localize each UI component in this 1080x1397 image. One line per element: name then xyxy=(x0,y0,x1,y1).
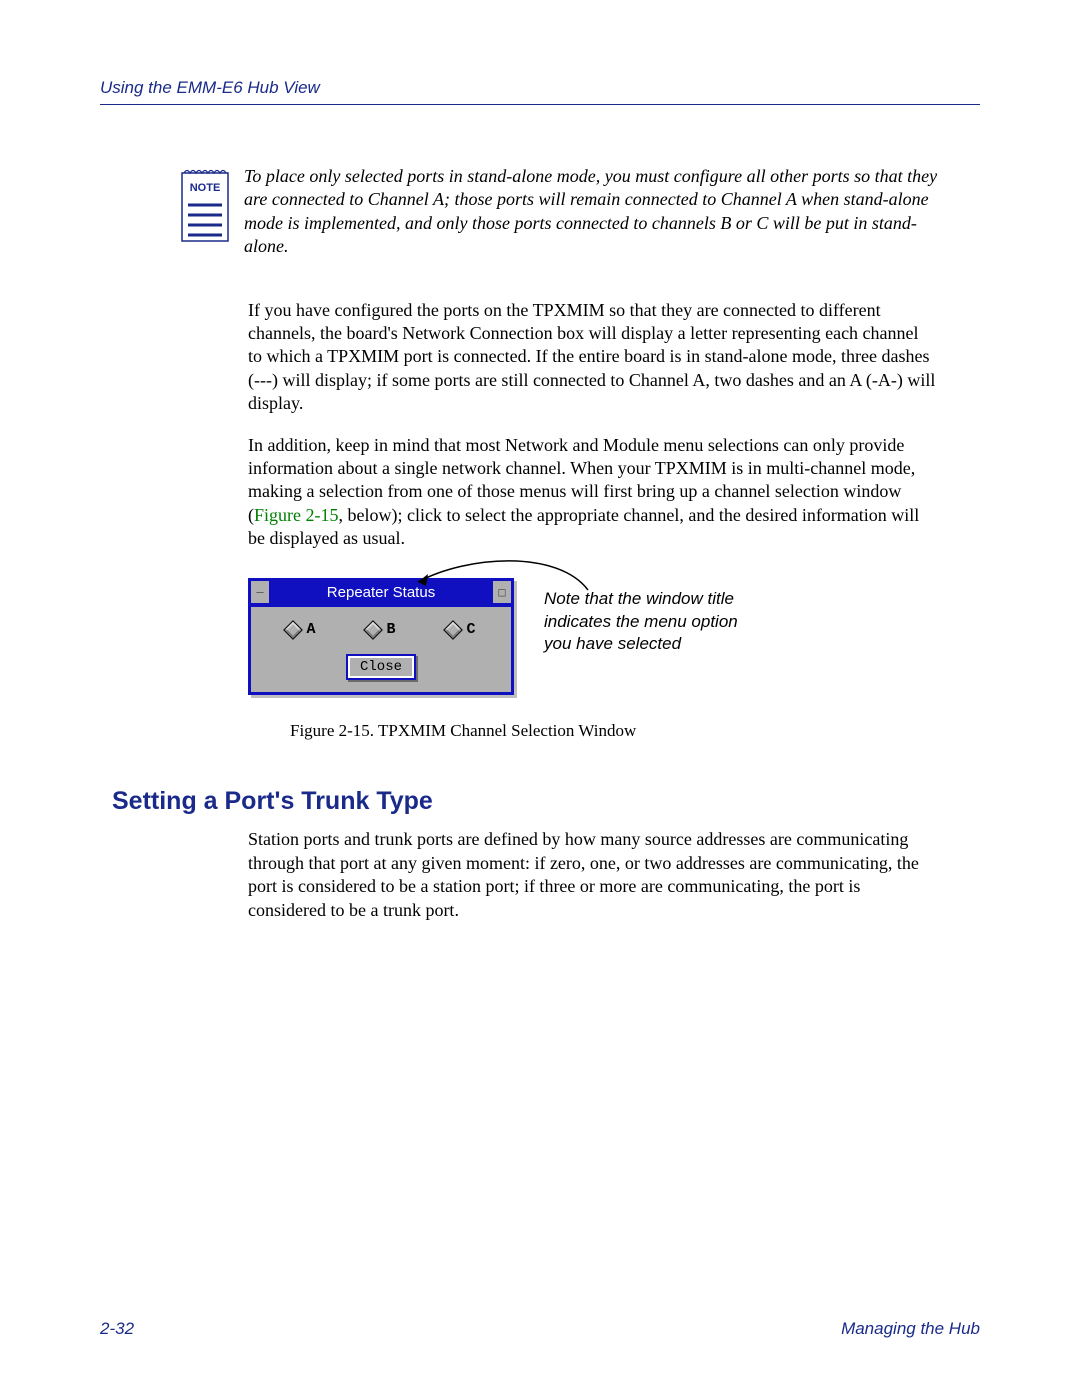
radio-option-a[interactable]: A xyxy=(286,621,315,638)
radio-label: A xyxy=(306,621,315,638)
close-button[interactable]: Close xyxy=(346,654,416,680)
para2-post: , below); click to select the appropriat… xyxy=(248,505,919,548)
body-paragraph-1: If you have configured the ports on the … xyxy=(248,299,936,416)
radio-label: C xyxy=(466,621,475,638)
header-rule xyxy=(100,104,980,105)
note-block: NOTE To place only selected ports in sta… xyxy=(180,165,940,259)
notepad-icon: NOTE xyxy=(180,165,230,243)
figure-link[interactable]: Figure 2-15 xyxy=(254,505,339,525)
radio-option-b[interactable]: B xyxy=(366,621,395,638)
section-heading: Setting a Port's Trunk Type xyxy=(112,787,980,816)
radio-label: B xyxy=(386,621,395,638)
page-number: 2-32 xyxy=(100,1319,134,1339)
radio-option-c[interactable]: C xyxy=(446,621,475,638)
note-text: To place only selected ports in stand-al… xyxy=(244,165,940,259)
annotation-arrow xyxy=(408,550,608,600)
body-paragraph-3: Station ports and trunk ports are define… xyxy=(248,828,936,922)
running-head: Using the EMM-E6 Hub View xyxy=(100,78,980,98)
chapter-title: Managing the Hub xyxy=(841,1319,980,1339)
figure-caption: Figure 2-15. TPXMIM Channel Selection Wi… xyxy=(248,721,980,741)
window-menu-icon[interactable]: — xyxy=(251,581,271,605)
note-label: NOTE xyxy=(190,182,221,194)
diamond-icon xyxy=(364,620,384,640)
diamond-icon xyxy=(284,620,304,640)
body-paragraph-2: In addition, keep in mind that most Netw… xyxy=(248,434,936,551)
diamond-icon xyxy=(444,620,464,640)
